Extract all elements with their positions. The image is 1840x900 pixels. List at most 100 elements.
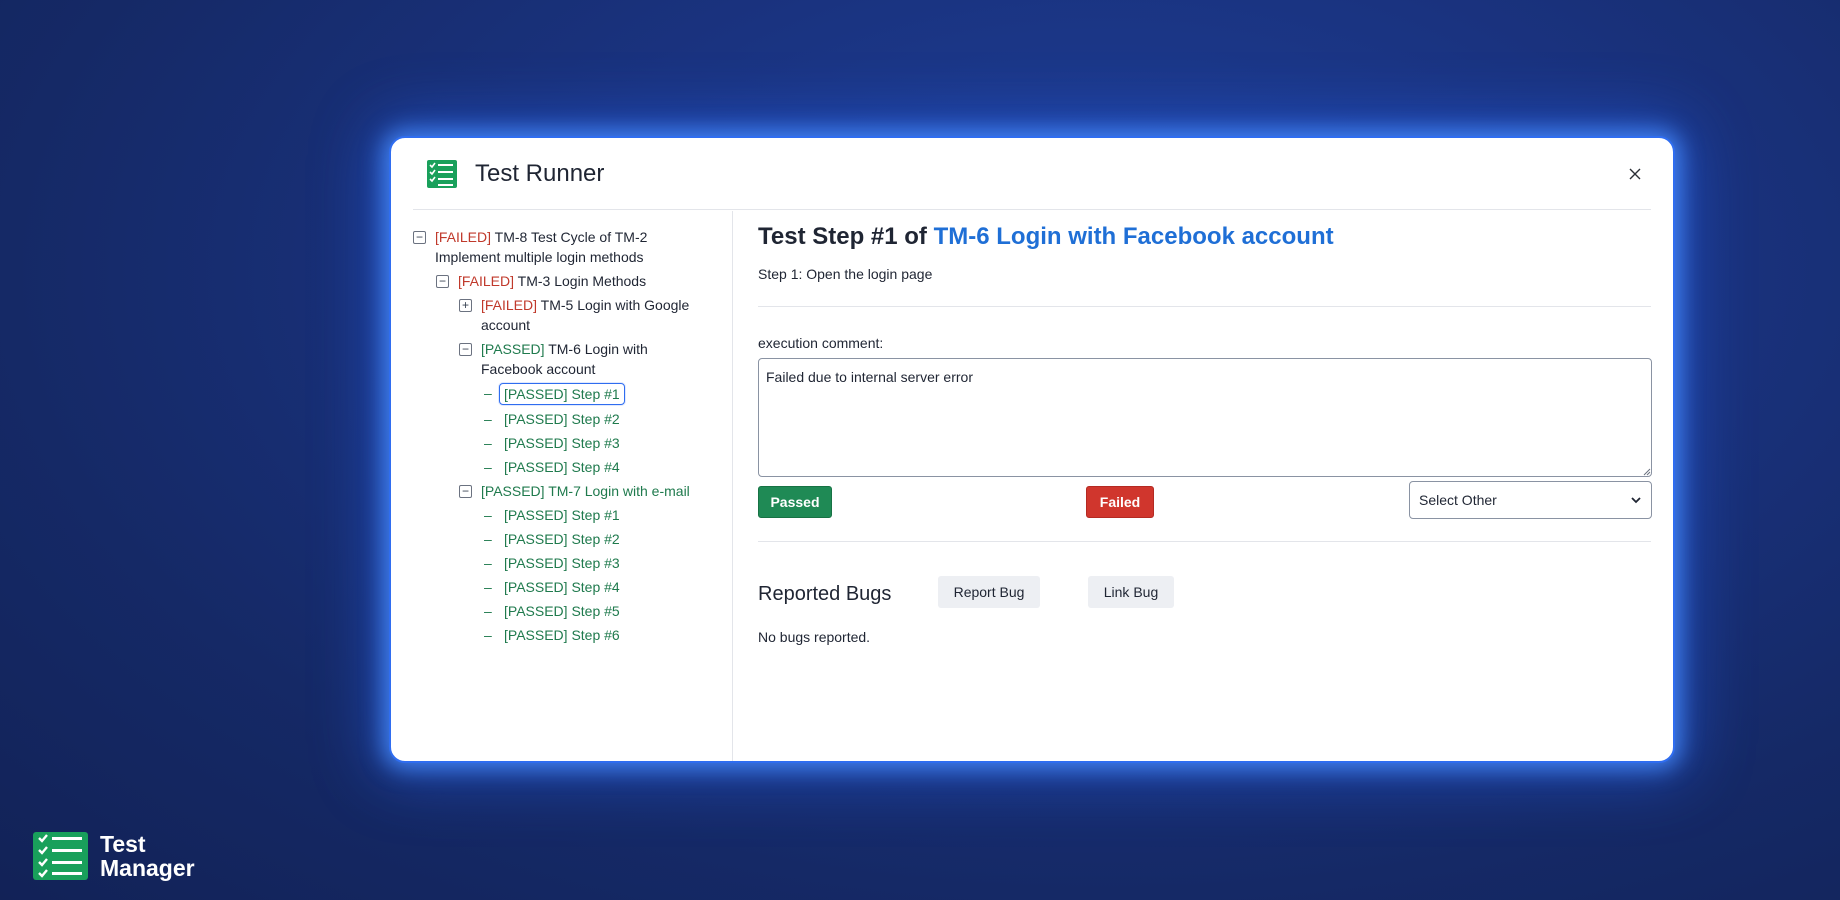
tree-node-tm-5[interactable]: + [FAILED] TM-5 Login with Google accoun… <box>413 295 732 335</box>
step-title-prefix: Test Step #1 of <box>758 223 934 250</box>
leaf-marker: – <box>484 385 492 401</box>
brand-logo: Test Manager <box>33 832 195 880</box>
brand-name: Test Manager <box>100 832 195 880</box>
leaf-marker: – <box>484 435 492 451</box>
tree-node-label: [PASSED] Step #4 <box>504 577 620 597</box>
tree-node-label: [PASSED] Step #3 <box>504 433 620 453</box>
status-badge: [FAILED] <box>435 229 492 245</box>
step-title: Test Step #1 of TM-6 Login with Facebook… <box>758 223 1334 251</box>
status-badge: [FAILED] <box>458 273 515 289</box>
resize-handle-icon[interactable] <box>1642 467 1651 476</box>
collapse-toggle[interactable]: − <box>436 275 449 288</box>
link-bug-button[interactable]: Link Bug <box>1088 576 1174 608</box>
tree-node-label: [PASSED] Step #3 <box>504 553 620 573</box>
tree-node-label: [PASSED] TM-6 Login with Facebook accoun… <box>481 339 661 379</box>
tree-node-title: Step #1 <box>571 507 620 523</box>
brand-line-2: Manager <box>100 855 195 881</box>
leaf-marker: – <box>484 531 492 547</box>
tree-node-title: Step #3 <box>571 555 620 571</box>
tree-node-label: [PASSED] Step #6 <box>504 625 620 645</box>
checklist-icon <box>33 832 88 880</box>
leaf-marker: – <box>484 555 492 571</box>
tree-node-label: [FAILED] TM-5 Login with Google account <box>481 295 701 335</box>
tree-node-title: Step #5 <box>571 603 620 619</box>
leaf-marker: – <box>484 411 492 427</box>
test-case-link[interactable]: TM-6 Login with Facebook account <box>934 223 1334 250</box>
passed-button[interactable]: Passed <box>758 486 832 518</box>
status-badge: [PASSED] <box>481 341 545 357</box>
tree-step-4[interactable]: – [PASSED] Step #4 <box>413 577 732 597</box>
select-other-dropdown[interactable]: Select Other <box>1409 481 1652 519</box>
tree-node-tm-8[interactable]: − [FAILED] TM-8 Test Cycle of TM-2 Imple… <box>413 227 732 267</box>
chevron-down-icon <box>1631 497 1641 504</box>
status-badge: [PASSED] <box>504 459 568 475</box>
select-other-value: Select Other <box>1419 492 1497 508</box>
tree-node-title: Step #1 <box>571 386 620 402</box>
failed-button[interactable]: Failed <box>1086 486 1154 518</box>
tree-node-label: [PASSED] Step #2 <box>504 529 620 549</box>
divider <box>758 306 1651 307</box>
collapse-toggle[interactable]: − <box>413 231 426 244</box>
checklist-icon <box>427 159 457 188</box>
status-badge: [PASSED] <box>504 435 568 451</box>
dialog-header: Test Runner <box>413 138 1651 210</box>
tree-step-4[interactable]: – [PASSED] Step #4 <box>413 457 732 477</box>
close-icon <box>1629 168 1641 180</box>
tree-node-label: [PASSED] TM-7 Login with e-mail <box>481 481 690 501</box>
report-bug-button[interactable]: Report Bug <box>938 576 1040 608</box>
tree-node-label: [PASSED] Step #1 <box>499 383 625 405</box>
expand-toggle[interactable]: + <box>459 299 472 312</box>
divider <box>758 541 1651 542</box>
tree-node-title: Step #4 <box>571 579 620 595</box>
tree-node-title: Step #2 <box>571 411 620 427</box>
tree-node-tm-7[interactable]: − [PASSED] TM-7 Login with e-mail <box>413 481 732 501</box>
leaf-marker: – <box>484 603 492 619</box>
tree-step-3[interactable]: – [PASSED] Step #3 <box>413 433 732 453</box>
test-tree: − [FAILED] TM-8 Test Cycle of TM-2 Imple… <box>413 211 733 761</box>
tree-step-3[interactable]: – [PASSED] Step #3 <box>413 553 732 573</box>
tree-node-label: [PASSED] Step #4 <box>504 457 620 477</box>
status-badge: [PASSED] <box>504 507 568 523</box>
tree-node-label: [PASSED] Step #5 <box>504 601 620 621</box>
leaf-marker: – <box>484 627 492 643</box>
step-detail-pane: Test Step #1 of TM-6 Login with Facebook… <box>758 211 1652 761</box>
status-badge: [PASSED] <box>504 411 568 427</box>
tree-node-title: Step #6 <box>571 627 620 643</box>
tree-node-tm-3[interactable]: − [FAILED] TM-3 Login Methods <box>413 271 732 291</box>
dialog-title: Test Runner <box>475 159 605 187</box>
execution-comment-input[interactable]: Failed due to internal server error <box>758 358 1652 477</box>
collapse-toggle[interactable]: − <box>459 485 472 498</box>
tree-node-title: Step #2 <box>571 531 620 547</box>
test-runner-dialog: Test Runner − [FAILED] TM-8 Test Cycle o… <box>389 136 1675 763</box>
tree-step-6[interactable]: – [PASSED] Step #6 <box>413 625 732 645</box>
leaf-marker: – <box>484 507 492 523</box>
close-button[interactable] <box>1623 162 1647 186</box>
tree-node-label: [PASSED] Step #1 <box>504 505 620 525</box>
status-badge: [FAILED] <box>481 297 538 313</box>
status-badge: [PASSED] <box>481 483 545 499</box>
tree-node-label: [FAILED] TM-3 Login Methods <box>458 271 646 291</box>
brand-line-1: Test <box>100 831 146 857</box>
tree-step-2[interactable]: – [PASSED] Step #2 <box>413 409 732 429</box>
tree-node-label: [PASSED] Step #2 <box>504 409 620 429</box>
status-badge: [PASSED] <box>504 531 568 547</box>
status-badge: [PASSED] <box>504 579 568 595</box>
tree-step-1[interactable]: – [PASSED] Step #1 <box>413 505 732 525</box>
tree-step-2[interactable]: – [PASSED] Step #2 <box>413 529 732 549</box>
collapse-toggle[interactable]: − <box>459 343 472 356</box>
reported-bugs-heading: Reported Bugs <box>758 583 892 605</box>
tree-step-1[interactable]: – [PASSED] Step #1 <box>413 383 732 405</box>
status-badge: [PASSED] <box>504 386 568 402</box>
status-badge: [PASSED] <box>504 555 568 571</box>
leaf-marker: – <box>484 579 492 595</box>
tree-step-5[interactable]: – [PASSED] Step #5 <box>413 601 732 621</box>
step-description: Step 1: Open the login page <box>758 266 933 282</box>
execution-comment-label: execution comment: <box>758 335 884 351</box>
tree-node-label: [FAILED] TM-8 Test Cycle of TM-2 Impleme… <box>435 227 665 267</box>
tree-node-tm-6[interactable]: − [PASSED] TM-6 Login with Facebook acco… <box>413 339 732 379</box>
tree-node-title: Step #4 <box>571 459 620 475</box>
status-badge: [PASSED] <box>504 603 568 619</box>
leaf-marker: – <box>484 459 492 475</box>
status-badge: [PASSED] <box>504 627 568 643</box>
no-bugs-message: No bugs reported. <box>758 629 871 645</box>
